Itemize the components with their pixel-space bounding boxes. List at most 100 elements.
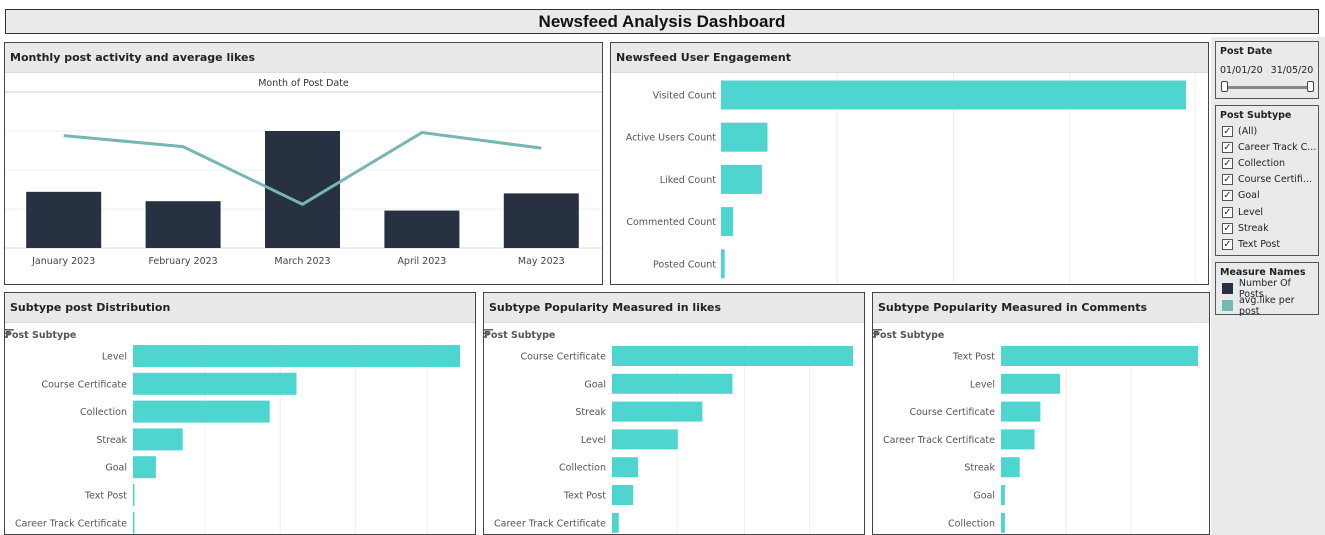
engagement-panel: Newsfeed User Engagement Visited Count Ac… — [610, 42, 1209, 285]
subtype-option[interactable]: ✓ Level — [1216, 204, 1318, 220]
subtype-option[interactable]: ✓ (All) — [1216, 123, 1318, 139]
sort-icon — [484, 332, 490, 335]
category-label: Goal — [973, 491, 995, 502]
distribution-chart: Post Subtype Level Course Certificate Colle… — [5, 329, 460, 534]
likes-panel: Subtype Popularity Measured in likes Pos… — [483, 292, 865, 535]
distribution-panel: Subtype post Distribution Post Subtype Le… — [4, 292, 476, 535]
bar — [1001, 457, 1020, 478]
sort-icon — [873, 329, 882, 331]
bar — [612, 485, 634, 505]
post-date-range: 01/01/20 31/05/20 — [1216, 57, 1318, 76]
category-label: Posted Count — [653, 259, 716, 270]
bar-number-of-posts — [145, 201, 221, 248]
checkbox-checked-icon[interactable]: ✓ — [1222, 125, 1233, 137]
checkbox-checked-icon[interactable]: ✓ — [1222, 238, 1233, 250]
monthly-chart: Month of Post Date January 2023 February 2… — [5, 78, 602, 267]
legend-label: avg.like per post — [1238, 294, 1295, 317]
category-label: Collection — [80, 407, 127, 418]
subtype-option-label: Goal — [1238, 190, 1260, 202]
filter-sidebar: Post Date 01/01/20 31/05/20 Post Subtype… — [1211, 37, 1325, 535]
bar — [133, 484, 135, 506]
post-subtype-filter: Post Subtype ✓ (All) ✓ Career Track C... ✓ Co… — [1215, 105, 1319, 256]
post-date-title: Post Date — [1220, 46, 1273, 57]
x-tick-label: January 2023 — [31, 256, 95, 267]
engagement-panel-header: Newsfeed User Engagement — [611, 43, 1208, 73]
category-label: Commented Count — [626, 217, 716, 228]
subtype-option-label: Level — [1238, 206, 1264, 218]
category-label: Goal — [584, 379, 606, 390]
subtype-option[interactable]: ✓ Career Track C... — [1216, 139, 1318, 155]
subtype-option[interactable]: ✓ Collection — [1216, 155, 1318, 171]
subtype-option[interactable]: ✓ Course Certifi... — [1216, 172, 1318, 188]
x-tick-label: May 2023 — [518, 256, 565, 267]
bar — [612, 512, 619, 533]
checkbox-checked-icon[interactable]: ✓ — [1222, 190, 1233, 202]
bar — [721, 249, 725, 279]
bar — [133, 511, 135, 534]
sort-icon — [484, 336, 487, 338]
subtype-option[interactable]: ✓ Goal — [1216, 188, 1318, 204]
bar — [612, 373, 733, 394]
bar — [1001, 429, 1035, 450]
checkbox-checked-icon[interactable]: ✓ — [1222, 157, 1233, 169]
category-label: Streak — [575, 407, 606, 418]
bar-number-of-posts — [384, 210, 460, 248]
category-label: Text Post — [952, 352, 995, 363]
dashboard-title-bar: Newsfeed Analysis Dashboard — [5, 9, 1319, 34]
checkbox-checked-icon[interactable]: ✓ — [1222, 222, 1233, 234]
measure-names-legend: Measure Names Number Of Posts avg.like pe… — [1215, 262, 1319, 317]
bar — [1001, 373, 1061, 394]
category-label: Course Certificate — [41, 379, 127, 390]
subtype-option-label: Text Post — [1238, 238, 1281, 250]
axis-header: Post Subtype — [5, 330, 76, 341]
category-label: Goal — [105, 463, 127, 474]
category-label: Collection — [559, 463, 606, 474]
measure-names-list: Number Of Posts avg.like per post — [1216, 278, 1318, 317]
subtype-option-label: Streak — [1238, 222, 1269, 234]
slider-end-handle[interactable] — [1307, 81, 1314, 92]
category-label: Collection — [948, 518, 995, 529]
post-subtype-list: ✓ (All) ✓ Career Track C... ✓ Collection ✓ Cour… — [1216, 121, 1318, 253]
legend-item[interactable]: avg.like per post — [1216, 294, 1318, 317]
bar — [133, 400, 270, 423]
distribution-panel-header: Subtype post Distribution — [5, 293, 475, 323]
checkbox-checked-icon[interactable]: ✓ — [1222, 174, 1233, 186]
bar — [133, 345, 460, 367]
bar — [721, 122, 768, 152]
engagement-panel-title: Newsfeed User Engagement — [616, 51, 791, 64]
likes-panel-header: Subtype Popularity Measured in likes — [484, 293, 864, 323]
subtype-option-label: Career Track C... — [1238, 141, 1317, 153]
slider-start-handle[interactable] — [1221, 81, 1228, 92]
legend-swatch — [1222, 300, 1233, 311]
axis-header: Post Subtype — [873, 330, 944, 341]
sort-icon — [873, 336, 876, 338]
checkbox-checked-icon[interactable]: ✓ — [1222, 206, 1233, 218]
sort-icon — [5, 329, 14, 331]
category-label: Level — [102, 352, 127, 363]
bar — [133, 428, 183, 451]
category-label: Streak — [964, 463, 995, 474]
axis-header: Post Subtype — [484, 330, 555, 341]
bar — [721, 164, 762, 194]
measure-names-title: Measure Names — [1220, 267, 1306, 278]
category-label: Course Certificate — [909, 407, 995, 418]
category-label: Text Post — [84, 491, 127, 502]
bar — [1001, 485, 1005, 505]
bar — [612, 429, 678, 450]
category-label: Visited Count — [653, 91, 717, 102]
likes-chart: Post Subtype Course Certificate Goal Streak… — [484, 329, 853, 534]
x-tick-label: April 2023 — [397, 256, 446, 267]
bar — [612, 457, 639, 478]
checkbox-checked-icon[interactable]: ✓ — [1222, 141, 1233, 153]
category-label: Career Track Certificate — [15, 518, 127, 529]
subtype-option-label: (All) — [1238, 125, 1258, 137]
comments-chart: Post Subtype Text Post Level Course Certifi… — [873, 329, 1198, 534]
bar — [612, 401, 703, 422]
dashboard-title: Newsfeed Analysis Dashboard — [538, 12, 786, 31]
likes-panel-title: Subtype Popularity Measured in likes — [489, 301, 721, 314]
subtype-option[interactable]: ✓ Text Post — [1216, 236, 1318, 252]
category-label: Course Certificate — [520, 352, 606, 363]
category-label: Career Track Certificate — [883, 435, 995, 446]
post-date-slider[interactable] — [1221, 81, 1314, 93]
subtype-option[interactable]: ✓ Streak — [1216, 220, 1318, 236]
